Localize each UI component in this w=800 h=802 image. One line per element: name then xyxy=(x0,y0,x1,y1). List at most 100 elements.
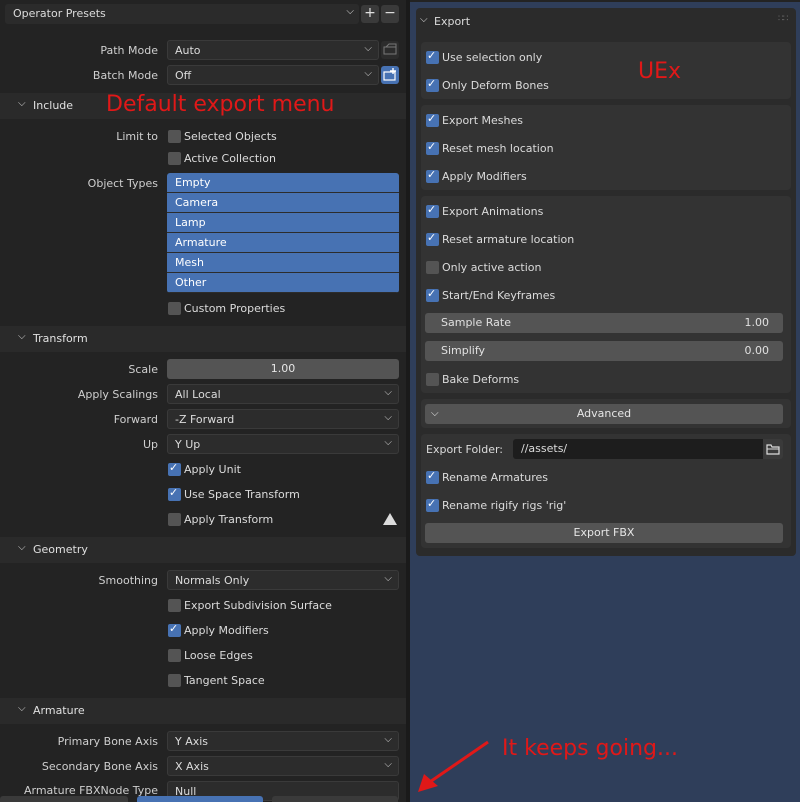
active-collection-checkbox[interactable] xyxy=(168,152,181,165)
export-folder-value: //assets/ xyxy=(521,442,568,455)
up-dropdown[interactable]: Y Up ⌵ xyxy=(167,434,399,454)
use-selection-only-checkbox[interactable] xyxy=(426,49,439,64)
use-space-transform-label: Use Space Transform xyxy=(184,488,300,501)
apply-unit-checkbox[interactable] xyxy=(168,461,181,476)
object-types-label: Object Types xyxy=(87,177,158,190)
simplify-label: Simplify xyxy=(441,344,486,357)
chevron-down-icon: ⌵ xyxy=(384,437,392,448)
export-animations-checkbox[interactable] xyxy=(426,203,439,218)
secondary-bone-axis-value: X Axis xyxy=(175,760,209,773)
export-folder-input[interactable]: //assets/ xyxy=(513,439,763,459)
rename-rigify-label: Rename rigify rigs 'rig' xyxy=(442,499,567,512)
chevron-down-icon: ⌵ xyxy=(384,573,392,584)
geometry-apply-modifiers-checkbox[interactable] xyxy=(168,622,181,637)
geometry-section-header[interactable]: ⌵ Geometry xyxy=(0,537,406,563)
smoothing-label: Smoothing xyxy=(98,574,158,587)
tangent-space-checkbox[interactable] xyxy=(168,674,181,687)
geometry-apply-modifiers-label: Apply Modifiers xyxy=(184,624,269,637)
simplify-slider[interactable]: Simplify 0.00 xyxy=(425,341,783,361)
batch-own-dir-toggle[interactable] xyxy=(381,66,399,84)
export-fbx-button[interactable]: Export FBX xyxy=(425,523,783,543)
apply-scalings-dropdown[interactable]: All Local ⌵ xyxy=(167,384,399,404)
warning-icon xyxy=(383,513,397,525)
loose-edges-checkbox[interactable] xyxy=(168,649,181,662)
folder-plus-icon xyxy=(383,68,396,81)
path-mode-value: Auto xyxy=(175,44,201,57)
armature-title: Armature xyxy=(33,704,85,717)
chevron-down-icon: ⌵ xyxy=(384,387,392,398)
uex-annotation: UEx xyxy=(638,59,682,84)
selected-objects-label: Selected Objects xyxy=(184,130,277,143)
forward-dropdown[interactable]: -Z Forward ⌵ xyxy=(167,409,399,429)
custom-properties-checkbox[interactable] xyxy=(168,302,181,315)
forward-value: -Z Forward xyxy=(175,413,235,426)
selected-objects-checkbox[interactable] xyxy=(168,130,181,143)
browse-folder-button[interactable] xyxy=(763,439,783,459)
apply-scalings-value: All Local xyxy=(175,388,221,401)
cancel-button[interactable] xyxy=(272,796,398,802)
forward-label: Forward xyxy=(113,413,158,426)
reset-mesh-location-checkbox[interactable] xyxy=(426,140,439,155)
only-deform-bones-checkbox[interactable] xyxy=(426,77,439,92)
geometry-title: Geometry xyxy=(33,543,88,556)
embed-textures-toggle[interactable] xyxy=(381,41,399,59)
export-button[interactable] xyxy=(137,796,263,802)
drag-handle-icon[interactable]: ∷∷ xyxy=(778,14,789,24)
primary-bone-axis-dropdown[interactable]: Y Axis ⌵ xyxy=(167,731,399,751)
export-header-title: Export xyxy=(434,15,471,28)
object-type-other[interactable]: Other xyxy=(167,273,399,293)
primary-bone-axis-label: Primary Bone Axis xyxy=(57,735,158,748)
transform-title: Transform xyxy=(33,332,88,345)
tangent-space-label: Tangent Space xyxy=(184,674,265,687)
path-mode-dropdown[interactable]: Auto ⌵ xyxy=(167,40,379,60)
secondary-bone-axis-dropdown[interactable]: X Axis ⌵ xyxy=(167,756,399,776)
use-space-transform-checkbox[interactable] xyxy=(168,486,181,501)
sample-rate-slider[interactable]: Sample Rate 1.00 xyxy=(425,313,783,333)
chevron-down-icon: ⌵ xyxy=(18,542,26,553)
start-end-keyframes-checkbox[interactable] xyxy=(426,287,439,302)
advanced-toggle[interactable]: ⌵ Advanced xyxy=(425,404,783,424)
smoothing-value: Normals Only xyxy=(175,574,250,587)
chevron-down-icon: ⌵ xyxy=(18,98,26,109)
only-active-action-label: Only active action xyxy=(442,261,542,274)
chevron-down-icon: ⌵ xyxy=(431,408,439,419)
object-type-camera[interactable]: Camera xyxy=(167,193,399,213)
batch-mode-dropdown[interactable]: Off ⌵ xyxy=(167,65,379,85)
chevron-down-icon[interactable]: ⌵ xyxy=(420,14,428,25)
scale-field[interactable]: 1.00 xyxy=(167,359,399,379)
smoothing-dropdown[interactable]: Normals Only ⌵ xyxy=(167,570,399,590)
sample-rate-label: Sample Rate xyxy=(441,316,511,329)
object-type-armature[interactable]: Armature xyxy=(167,233,399,253)
transform-section-header[interactable]: ⌵ Transform xyxy=(0,326,406,352)
path-mode-label: Path Mode xyxy=(100,44,158,57)
export-meshes-checkbox[interactable] xyxy=(426,112,439,127)
primary-bone-axis-value: Y Axis xyxy=(175,735,209,748)
object-type-lamp[interactable]: Lamp xyxy=(167,213,399,233)
loose-edges-label: Loose Edges xyxy=(184,649,253,662)
remove-preset-button[interactable]: − xyxy=(381,5,399,23)
add-preset-button[interactable]: + xyxy=(361,5,379,23)
chevron-down-icon: ⌵ xyxy=(364,68,372,79)
reset-armature-location-checkbox[interactable] xyxy=(426,231,439,246)
active-collection-label: Active Collection xyxy=(184,152,276,165)
apply-unit-label: Apply Unit xyxy=(184,463,241,476)
start-end-keyframes-label: Start/End Keyframes xyxy=(442,289,556,302)
sample-rate-value: 1.00 xyxy=(744,316,770,329)
apply-modifiers-checkbox[interactable] xyxy=(426,168,439,183)
object-type-mesh[interactable]: Mesh xyxy=(167,253,399,273)
only-active-action-checkbox[interactable] xyxy=(426,261,439,274)
object-type-empty[interactable]: Empty xyxy=(167,173,399,193)
scale-label: Scale xyxy=(128,363,158,376)
rename-armatures-checkbox[interactable] xyxy=(426,469,439,484)
export-subdivision-checkbox[interactable] xyxy=(168,599,181,612)
rename-rigify-checkbox[interactable] xyxy=(426,497,439,512)
folder-icon xyxy=(766,444,780,455)
apply-transform-checkbox[interactable] xyxy=(168,513,181,526)
batch-mode-value: Off xyxy=(175,69,192,82)
bake-deforms-checkbox[interactable] xyxy=(426,373,439,386)
operator-presets-dropdown[interactable]: Operator Presets ⌵ xyxy=(5,4,359,24)
bottom-button-left[interactable] xyxy=(0,796,128,802)
export-subdivision-label: Export Subdivision Surface xyxy=(184,599,332,612)
use-selection-only-label: Use selection only xyxy=(442,51,543,64)
armature-section-header[interactable]: ⌵ Armature xyxy=(0,698,406,724)
